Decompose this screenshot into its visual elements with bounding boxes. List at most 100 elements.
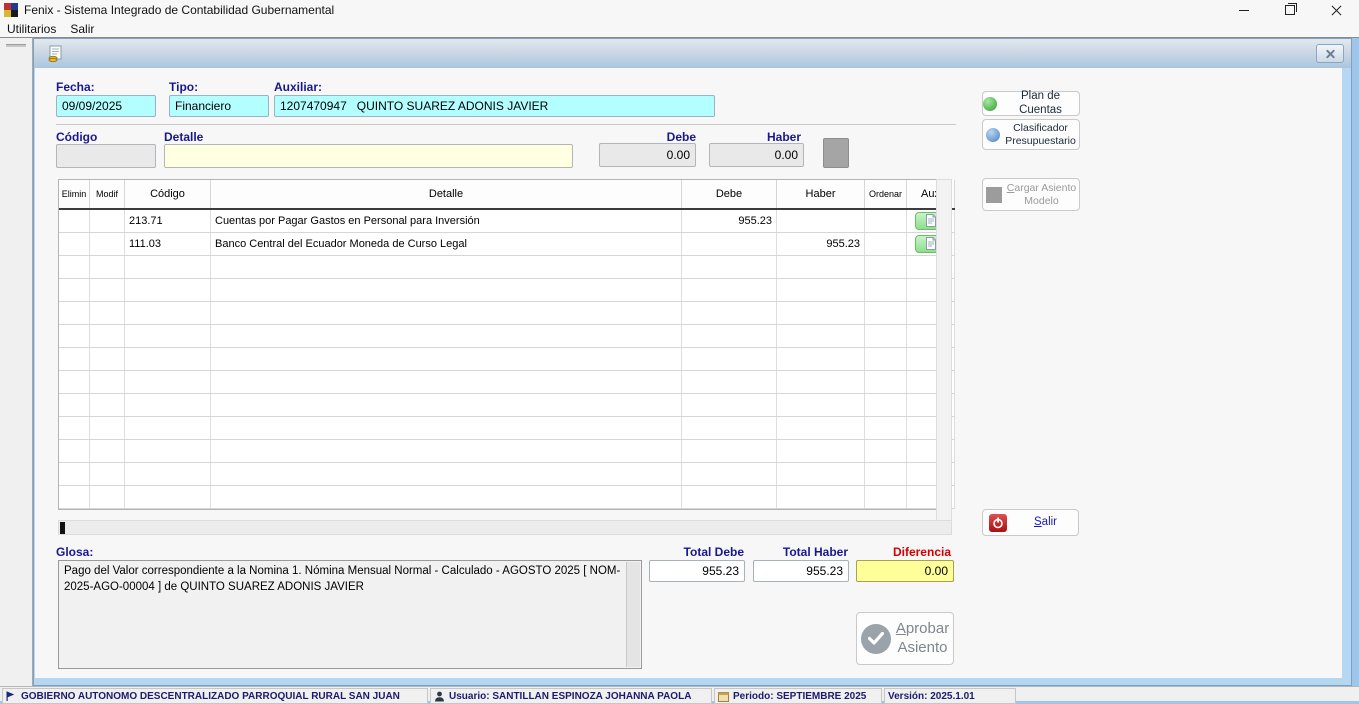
table-row[interactable] xyxy=(59,485,955,508)
column-header-4[interactable]: Debe xyxy=(682,180,777,209)
table-row[interactable] xyxy=(59,370,955,393)
aprobar-asiento-button[interactable]: Aprobar Asiento xyxy=(856,612,954,665)
statusbar-version: Versión: 2025.1.01 xyxy=(884,688,1016,704)
codigo-input[interactable] xyxy=(56,144,156,168)
table-vertical-scrollbar[interactable] xyxy=(936,179,952,521)
cell-haber xyxy=(777,485,865,508)
table-row[interactable] xyxy=(59,324,955,347)
cell-detalle xyxy=(211,439,682,462)
hscroll-thumb[interactable] xyxy=(60,522,65,534)
cell-elimin xyxy=(59,324,90,347)
menu-utilitarios[interactable]: Utilitarios xyxy=(0,20,63,37)
close-button[interactable] xyxy=(1313,0,1359,20)
cell-debe xyxy=(682,485,777,508)
cell-código xyxy=(125,324,211,347)
power-icon xyxy=(989,514,1007,532)
cell-elimin xyxy=(59,462,90,485)
cell-debe xyxy=(682,347,777,370)
cell-debe xyxy=(682,324,777,347)
cell-código xyxy=(125,439,211,462)
table-row[interactable] xyxy=(59,416,955,439)
cell-ordenar xyxy=(865,232,907,255)
window-title: Fenix - Sistema Integrado de Contabilida… xyxy=(24,3,1221,17)
table-row[interactable] xyxy=(59,439,955,462)
cell-elimin xyxy=(59,370,90,393)
table-row[interactable]: 111.03Banco Central del Ecuador Moneda d… xyxy=(59,232,955,255)
column-header-5[interactable]: Haber xyxy=(777,180,865,209)
table-horizontal-scrollbar[interactable] xyxy=(58,520,952,535)
cell-código xyxy=(125,347,211,370)
total-haber-label: Total Haber xyxy=(748,545,848,559)
haber-input[interactable]: 0.00 xyxy=(709,143,804,167)
cell-debe xyxy=(682,278,777,301)
cell-detalle xyxy=(211,347,682,370)
aux-doc-icon xyxy=(926,214,936,227)
cell-detalle xyxy=(211,393,682,416)
cell-ordenar xyxy=(865,485,907,508)
table-row[interactable] xyxy=(59,301,955,324)
table-row[interactable] xyxy=(59,347,955,370)
green-sphere-icon xyxy=(983,97,997,111)
cell-haber xyxy=(777,324,865,347)
plan-de-cuentas-button[interactable]: Plan de Cuentas xyxy=(982,91,1080,116)
table-row[interactable] xyxy=(59,393,955,416)
plan-de-cuentas-label: Plan de Cuentas xyxy=(1002,90,1079,116)
glosa-scrollbar[interactable] xyxy=(626,562,640,667)
column-header-1[interactable]: Modif xyxy=(90,180,125,209)
restore-button[interactable] xyxy=(1267,0,1313,20)
cell-código xyxy=(125,255,211,278)
cell-ordenar xyxy=(865,209,907,232)
debe-label: Debe xyxy=(596,130,696,144)
separator xyxy=(56,124,956,125)
glosa-text: Pago del Valor correspondiente a la Nomi… xyxy=(64,565,620,593)
cell-código xyxy=(125,416,211,439)
cell-código xyxy=(125,278,211,301)
cell-código xyxy=(125,301,211,324)
add-entry-button[interactable] xyxy=(823,138,849,168)
cell-debe xyxy=(682,232,777,255)
cell-modif xyxy=(90,232,125,255)
table-row[interactable] xyxy=(59,462,955,485)
cell-debe xyxy=(682,439,777,462)
salir-button[interactable]: Salir xyxy=(982,509,1079,536)
cell-modif xyxy=(90,462,125,485)
table-row[interactable] xyxy=(59,278,955,301)
cell-debe xyxy=(682,393,777,416)
table-row[interactable]: 213.71Cuentas por Pagar Gastos en Person… xyxy=(59,209,955,232)
cell-modif xyxy=(90,209,125,232)
diferencia-field: 0.00 xyxy=(856,560,954,582)
column-header-2[interactable]: Código xyxy=(125,180,211,209)
total-haber-field: 955.23 xyxy=(753,560,849,582)
minimize-button[interactable] xyxy=(1221,0,1267,20)
statusbar: GOBIERNO AUTONOMO DESCENTRALIZADO PARROQ… xyxy=(0,686,1359,701)
cell-detalle: Cuentas por Pagar Gastos en Personal par… xyxy=(211,209,682,232)
tipo-field[interactable]: Financiero xyxy=(169,95,269,117)
restore-icon xyxy=(1285,5,1295,15)
child-close-button[interactable] xyxy=(1316,44,1344,63)
table-row[interactable] xyxy=(59,255,955,278)
detalle-input[interactable] xyxy=(164,144,573,168)
app-icon xyxy=(4,3,18,17)
total-debe-label: Total Debe xyxy=(644,545,744,559)
auxiliar-field[interactable]: 1207470947 QUINTO SUAREZ ADONIS JAVIER xyxy=(274,95,715,117)
column-header-6[interactable]: Ordenar xyxy=(865,180,907,209)
diferencia-label: Diferencia xyxy=(851,545,951,559)
clasificador-presupuestario-button[interactable]: Clasificador Presupuestario xyxy=(982,119,1080,150)
glosa-textarea[interactable]: Pago del Valor correspondiente a la Nomi… xyxy=(58,560,642,669)
statusbar-entity: GOBIERNO AUTONOMO DESCENTRALIZADO PARROQ… xyxy=(2,688,428,704)
cell-modif xyxy=(90,324,125,347)
cell-modif xyxy=(90,255,125,278)
cell-detalle xyxy=(211,485,682,508)
statusbar-usuario: Usuario: SANTILLAN ESPINOZA JOHANNA PAOL… xyxy=(430,688,712,704)
cell-modif xyxy=(90,485,125,508)
cell-código xyxy=(125,485,211,508)
cargar-asiento-modelo-button[interactable]: Cargar Asiento Modelo xyxy=(982,178,1080,211)
column-header-0[interactable]: Elimin xyxy=(59,180,90,209)
glosa-label: Glosa: xyxy=(56,545,93,559)
column-header-3[interactable]: Detalle xyxy=(211,180,682,209)
toolbar-grip[interactable] xyxy=(6,44,26,47)
debe-input[interactable]: 0.00 xyxy=(599,143,696,167)
fecha-field[interactable]: 09/09/2025 xyxy=(56,95,156,117)
cell-elimin xyxy=(59,209,90,232)
menu-salir[interactable]: Salir xyxy=(63,20,101,37)
